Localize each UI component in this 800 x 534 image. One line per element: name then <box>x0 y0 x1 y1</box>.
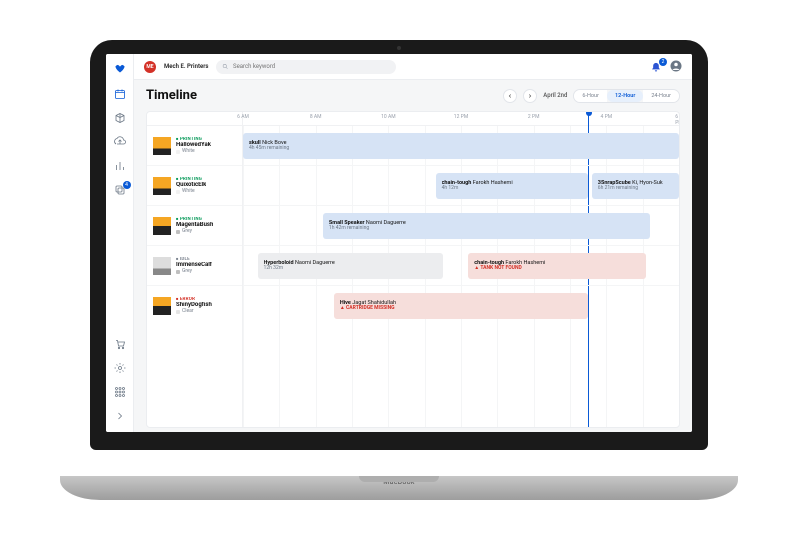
job-subtitle: 1h 42m remaining <box>329 226 644 232</box>
hour-header: 6 AM8 AM10 AM12 PM2 PM4 PM6 PM <box>243 112 679 126</box>
printer-row[interactable]: IDLEImmenseCalfGrey <box>147 246 242 286</box>
job-subtitle: ▲ CARTRIDGE MISSING <box>340 306 582 312</box>
job-subtitle: 6h 21m remaining <box>598 186 673 192</box>
hour-label: 2 PM <box>528 114 540 120</box>
topbar: ME Mech E. Printers 2 <box>134 54 692 80</box>
timeline: PRINTINGHallowedYakWhite PRINTINGQuixotic… <box>146 111 680 428</box>
notification-badge: 2 <box>659 58 667 66</box>
org-name[interactable]: Mech E. Printers <box>164 63 208 70</box>
printer-row[interactable]: PRINTINGQuixoticElkWhite <box>147 166 242 206</box>
job-bar[interactable]: 3SnrapScube Ki, Hyon-Suk6h 21m remaining <box>592 173 679 199</box>
nav-analytics[interactable] <box>114 160 126 172</box>
lane-row: Hyperboloid Naomi Daguerre12h 32m chain-t… <box>243 246 679 286</box>
hour-label: 10 AM <box>381 114 396 120</box>
hour-label: 8 AM <box>310 114 322 120</box>
printer-material: White <box>176 149 211 155</box>
printer-thumb <box>153 177 171 195</box>
nav-settings[interactable] <box>114 362 126 374</box>
printer-row[interactable]: PRINTINGHallowedYakWhite <box>147 126 242 166</box>
nav-collapse[interactable] <box>114 410 126 422</box>
gridline <box>679 126 680 427</box>
nav-apps[interactable] <box>114 386 126 398</box>
stack-badge: 4 <box>123 181 131 189</box>
hour-label: 6 AM <box>237 114 249 120</box>
printer-meta: PRINTINGQuixoticElkWhite <box>176 177 206 195</box>
laptop-base: MacBook <box>60 476 738 500</box>
lane-row: chain-tough Farokh Hashemi4h 12m3SnrapSc… <box>243 166 679 206</box>
nav-upload[interactable] <box>114 136 126 148</box>
nav-prints[interactable] <box>114 112 126 124</box>
printer-material: White <box>176 189 206 195</box>
job-bar[interactable]: chain-tough Farokh Hashemi▲ TANK NOT FOU… <box>468 253 646 279</box>
job-bar[interactable]: Hyperboloid Naomi Daguerre12h 32m <box>258 253 443 279</box>
notifications-button[interactable]: 2 <box>650 61 662 73</box>
printer-material: Grey <box>176 229 213 235</box>
range-segment: 6-Hour12-Hour24-Hour <box>573 89 680 103</box>
main: ME Mech E. Printers 2 <box>134 54 692 432</box>
hour-label: 12 PM <box>454 114 468 120</box>
range-24-Hour[interactable]: 24-Hour <box>643 90 679 102</box>
job-bar[interactable]: skull Nick Bove4h 45m remaining <box>243 133 679 159</box>
nav-stack[interactable]: 4 <box>114 184 126 196</box>
search-box[interactable] <box>216 60 396 74</box>
range-6-Hour[interactable]: 6-Hour <box>574 90 607 102</box>
printer-material: Clear <box>176 309 212 315</box>
page-title: Timeline <box>146 88 197 103</box>
printer-thumb <box>153 297 171 315</box>
job-subtitle: 4h 12m <box>442 186 583 192</box>
search-icon <box>222 63 229 70</box>
printer-meta: PRINTINGHallowedYakWhite <box>176 137 211 155</box>
prev-button[interactable] <box>503 89 517 103</box>
printer-thumb <box>153 137 171 155</box>
job-subtitle: 4h 45m remaining <box>249 146 673 152</box>
job-subtitle: ▲ TANK NOT FOUND <box>474 266 640 272</box>
timeline-lanes: 6 AM8 AM10 AM12 PM2 PM4 PM6 PM skull Nic… <box>243 112 679 427</box>
account-button[interactable] <box>670 57 682 76</box>
printer-meta: ERRORShinyDogfishClear <box>176 297 212 315</box>
org-avatar[interactable]: ME <box>144 61 156 73</box>
hour-label: 4 PM <box>601 114 613 120</box>
printer-thumb <box>153 257 171 275</box>
range-12-Hour[interactable]: 12-Hour <box>607 90 643 102</box>
sidebar: 4 <box>106 54 134 432</box>
printer-meta: IDLEImmenseCalfGrey <box>176 257 212 275</box>
search-input[interactable] <box>233 63 390 70</box>
nav-cart[interactable] <box>114 338 126 350</box>
job-bar[interactable]: chain-tough Farokh Hashemi4h 12m <box>436 173 589 199</box>
job-bar[interactable]: Hive Jagat Shahidullah▲ CARTRIDGE MISSIN… <box>334 293 588 319</box>
printer-material: Grey <box>176 269 212 275</box>
current-date: April 2nd <box>543 92 567 99</box>
brand-logo <box>113 62 127 76</box>
printers-column: PRINTINGHallowedYakWhite PRINTINGQuixotic… <box>147 112 243 427</box>
content-header: Timeline April 2nd 6-Hour12-Hour24-Hour <box>146 88 680 103</box>
lane-row: Hive Jagat Shahidullah▲ CARTRIDGE MISSIN… <box>243 286 679 326</box>
printer-meta: PRINTINGMagentaBushGrey <box>176 217 213 235</box>
next-button[interactable] <box>523 89 537 103</box>
printer-row[interactable]: PRINTINGMagentaBushGrey <box>147 206 242 246</box>
job-bar[interactable]: Small Speaker Naomi Daguerre1h 42m remai… <box>323 213 650 239</box>
printer-row[interactable]: ERRORShinyDogfishClear <box>147 286 242 326</box>
hour-label: 6 PM <box>675 114 680 126</box>
lane-row: Small Speaker Naomi Daguerre1h 42m remai… <box>243 206 679 246</box>
lane-row: skull Nick Bove4h 45m remaining <box>243 126 679 166</box>
nav-calendar[interactable] <box>114 88 126 100</box>
printer-thumb <box>153 217 171 235</box>
job-subtitle: 12h 32m <box>264 266 437 272</box>
